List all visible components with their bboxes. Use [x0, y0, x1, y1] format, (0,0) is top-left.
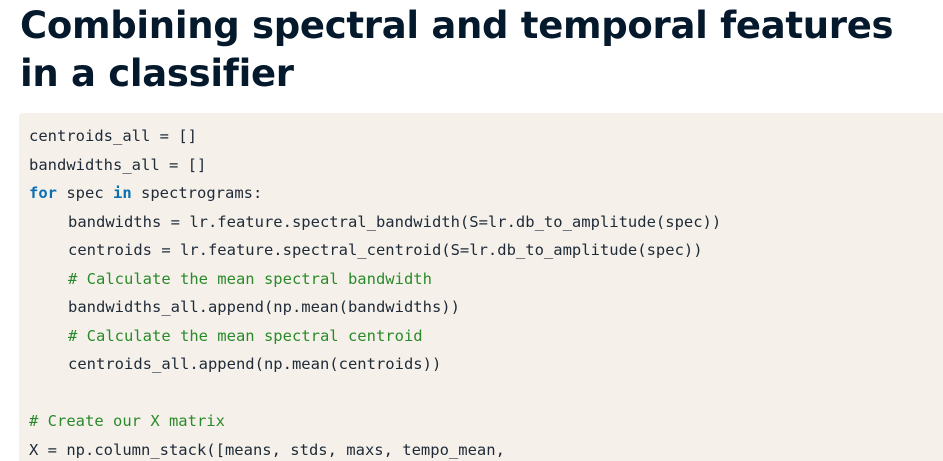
code-line-1: centroids_all = [] [29, 127, 197, 145]
code-comment: # Calculate the mean spectral centroid [68, 326, 423, 345]
keyword-in: in [113, 184, 132, 202]
code-line-5-text: centroids = lr.feature.spectral_centroid… [68, 241, 703, 259]
code-line-4-text: bandwidths = lr.feature.spectral_bandwid… [68, 212, 722, 231]
code-lines: centroids_all = [] bandwidths_all = [] f… [29, 122, 721, 461]
code-line-5: centroids = lr.feature.spectral_centroid… [29, 236, 721, 265]
code-line-9-text: centroids_all.append(np.mean(centroids)) [68, 355, 442, 373]
code-line-7-text: bandwidths_all.append(np.mean(bandwidths… [68, 298, 460, 316]
code-line-6: # Calculate the mean spectral bandwidth [29, 265, 721, 294]
slide-title: Combining spectral and temporal features… [20, 4, 894, 95]
code-line-8: # Calculate the mean spectral centroid [29, 322, 721, 351]
code-line-2: bandwidths_all = [] [29, 155, 207, 174]
code-line-3: for spec in spectrograms: [29, 179, 721, 208]
code-line-3-mid: spec [57, 184, 113, 202]
code-block: centroids_all = [] bandwidths_all = [] f… [19, 113, 943, 461]
keyword-for: for [29, 184, 57, 202]
code-line-7: bandwidths_all.append(np.mean(bandwidths… [29, 293, 721, 322]
code-line-4: bandwidths = lr.feature.spectral_bandwid… [29, 208, 721, 237]
code-comment: # Calculate the mean spectral bandwidth [68, 269, 432, 288]
code-line-9: centroids_all.append(np.mean(centroids)) [29, 350, 721, 379]
slide: Combining spectral and temporal features… [0, 0, 943, 461]
code-line-12: X = np.column_stack([means, stds, maxs, … [29, 440, 505, 459]
code-comment: # Create our X matrix [29, 412, 225, 430]
code-line-11: # Create our X matrix [29, 407, 721, 436]
code-line-3-rest: spectrograms: [131, 184, 263, 202]
